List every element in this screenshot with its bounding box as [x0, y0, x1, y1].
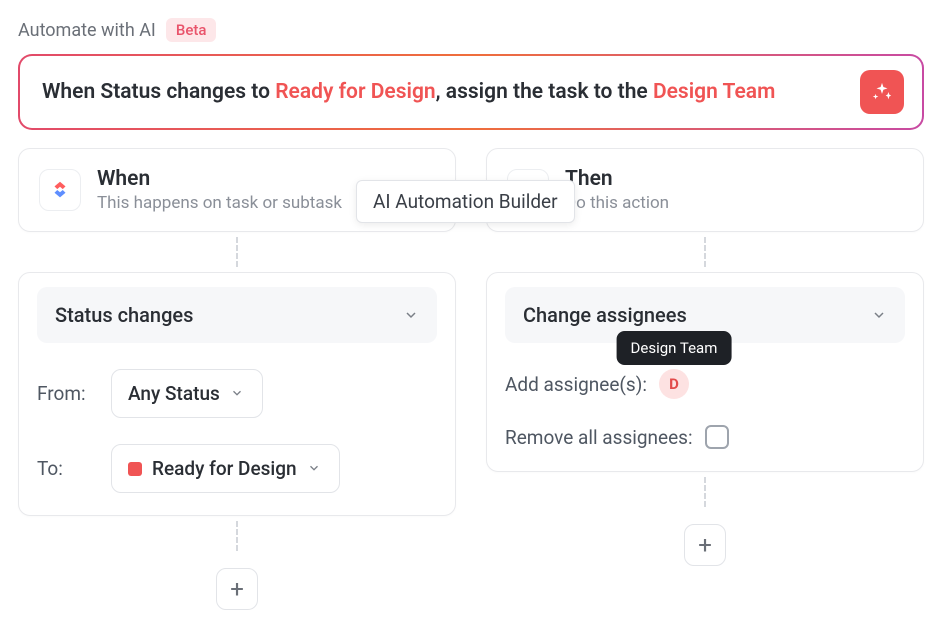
- ai-generate-button[interactable]: [860, 70, 904, 114]
- from-value: Any Status: [128, 382, 220, 405]
- to-value: Ready for Design: [152, 457, 297, 480]
- when-subtitle: This happens on task or subtask: [97, 193, 342, 213]
- then-subtitle: Do this action: [565, 193, 669, 213]
- connector-line: [486, 232, 924, 272]
- action-label: Change assignees: [523, 303, 687, 327]
- chevron-down-icon: [307, 461, 323, 477]
- beta-badge: Beta: [166, 18, 217, 42]
- from-label: From:: [37, 382, 93, 405]
- chevron-down-icon: [871, 307, 887, 323]
- chevron-down-icon: [403, 307, 419, 323]
- then-action-card: Change assignees Add assignee(s): D Desi…: [486, 272, 924, 472]
- chevron-down-icon: [230, 386, 246, 402]
- plus-icon: +: [698, 531, 712, 559]
- ai-prompt-text: When Status changes to Ready for Design,…: [42, 78, 775, 106]
- from-status-select[interactable]: Any Status: [111, 369, 263, 418]
- assignee-avatar[interactable]: D Design Team: [659, 369, 689, 399]
- add-action-button[interactable]: +: [684, 524, 726, 566]
- to-status-select[interactable]: Ready for Design: [111, 444, 340, 493]
- add-assignee-label: Add assignee(s):: [505, 373, 647, 396]
- header: Automate with AI Beta: [18, 18, 924, 42]
- trigger-label: Status changes: [55, 303, 193, 327]
- to-label: To:: [37, 457, 93, 480]
- then-title: Then: [565, 167, 669, 191]
- floating-tooltip: AI Automation Builder: [356, 180, 575, 223]
- assignee-initial: D: [669, 375, 679, 393]
- connector-line: [18, 516, 456, 556]
- trigger-select[interactable]: Status changes: [37, 287, 437, 343]
- plus-icon: +: [230, 575, 244, 603]
- sparkle-icon: [871, 81, 893, 103]
- status-color-icon: [128, 462, 142, 476]
- assignee-tooltip: Design Team: [617, 331, 732, 365]
- when-title: When: [97, 167, 342, 191]
- ai-prompt-bar[interactable]: When Status changes to Ready for Design,…: [18, 54, 924, 130]
- page-title: Automate with AI: [18, 20, 156, 41]
- add-trigger-button[interactable]: +: [216, 568, 258, 610]
- when-trigger-card: Status changes From: Any Status: [18, 272, 456, 516]
- clickup-logo-icon: [39, 169, 81, 211]
- connector-line: [486, 472, 924, 512]
- remove-assignees-checkbox[interactable]: [705, 425, 729, 449]
- connector-line: [18, 232, 456, 272]
- remove-assignees-label: Remove all assignees:: [505, 426, 693, 449]
